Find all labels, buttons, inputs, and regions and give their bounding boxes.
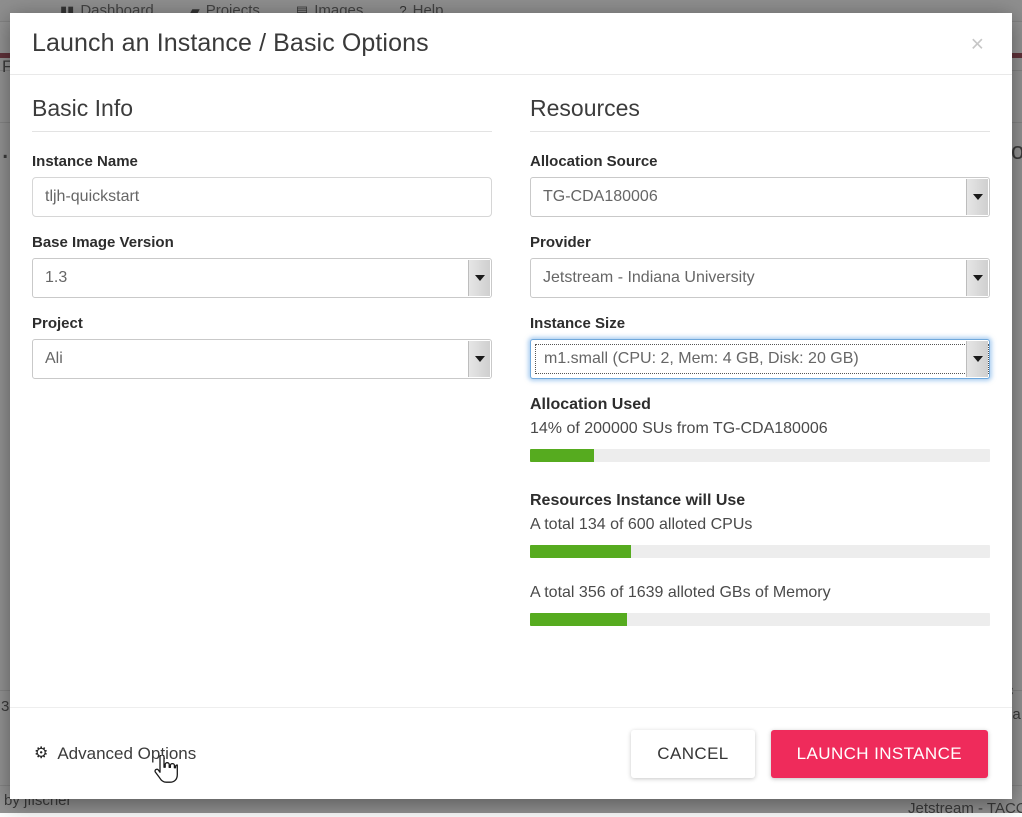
project-select-box[interactable]: Ali	[32, 339, 492, 379]
instance-size-select[interactable]: m1.small (CPU: 2, Mem: 4 GB, Disk: 20 GB…	[530, 339, 990, 379]
instance-size-value: m1.small (CPU: 2, Mem: 4 GB, Disk: 20 GB…	[535, 344, 989, 374]
provider-value: Jetstream - Indiana University	[531, 269, 989, 287]
allocation-used-progress-track	[530, 449, 990, 462]
chevron-down-icon[interactable]	[966, 341, 988, 377]
memory-progress-track	[530, 613, 990, 626]
modal-footer: ⚙ Advanced Options CANCEL LAUNCH INSTANC…	[10, 707, 1012, 799]
section-title-resources: Resources	[530, 95, 990, 132]
cancel-button[interactable]: CANCEL	[631, 730, 754, 778]
page-title: Launch an Instance / Basic Options	[32, 29, 429, 58]
instance-name-input[interactable]	[32, 177, 492, 217]
cpu-progress-track	[530, 545, 990, 558]
allocation-source-select[interactable]: TG-CDA180006	[530, 177, 990, 217]
label-instance-name: Instance Name	[32, 153, 492, 170]
allocation-used-progress-fill	[530, 449, 594, 462]
modal-header: Launch an Instance / Basic Options ×	[10, 13, 1012, 75]
provider-select-box[interactable]: Jetstream - Indiana University	[530, 258, 990, 298]
field-instance-name: Instance Name	[32, 153, 492, 217]
project-select[interactable]: Ali	[32, 339, 492, 379]
instance-size-select-box[interactable]: m1.small (CPU: 2, Mem: 4 GB, Disk: 20 GB…	[530, 339, 990, 379]
base-image-version-value: 1.3	[33, 269, 491, 287]
label-provider: Provider	[530, 234, 990, 251]
field-project: Project Ali	[32, 315, 492, 379]
close-icon[interactable]: ×	[965, 30, 990, 57]
label-project: Project	[32, 315, 492, 332]
field-allocation-source: Allocation Source TG-CDA180006	[530, 153, 990, 217]
memory-usage-text: A total 356 of 1639 alloted GBs of Memor…	[530, 584, 990, 602]
chevron-down-icon[interactable]	[966, 260, 988, 296]
allocation-used-text: 14% of 200000 SUs from TG-CDA180006	[530, 420, 990, 438]
base-image-version-select-box[interactable]: 1.3	[32, 258, 492, 298]
field-instance-size: Instance Size m1.small (CPU: 2, Mem: 4 G…	[530, 315, 990, 379]
launch-instance-button[interactable]: LAUNCH INSTANCE	[771, 730, 988, 778]
field-base-image-version: Base Image Version 1.3	[32, 234, 492, 298]
advanced-options-label: Advanced Options	[57, 744, 196, 764]
label-instance-size: Instance Size	[530, 315, 990, 332]
chevron-down-icon[interactable]	[468, 341, 490, 377]
label-allocation-source: Allocation Source	[530, 153, 990, 170]
cpu-progress-fill	[530, 545, 631, 558]
field-provider: Provider Jetstream - Indiana University	[530, 234, 990, 298]
footer-buttons: CANCEL LAUNCH INSTANCE	[631, 730, 988, 778]
chevron-down-icon[interactable]	[966, 179, 988, 215]
allocation-used-heading: Allocation Used	[530, 396, 990, 414]
label-base-image-version: Base Image Version	[32, 234, 492, 251]
project-value: Ali	[33, 350, 491, 368]
modal-body: Basic Info Instance Name Base Image Vers…	[10, 75, 1012, 707]
provider-select[interactable]: Jetstream - Indiana University	[530, 258, 990, 298]
allocation-source-value: TG-CDA180006	[531, 188, 989, 206]
allocation-used-block: Allocation Used 14% of 200000 SUs from T…	[530, 396, 990, 462]
memory-progress-fill	[530, 613, 627, 626]
allocation-source-select-box[interactable]: TG-CDA180006	[530, 177, 990, 217]
launch-instance-modal: Launch an Instance / Basic Options × Bas…	[10, 13, 1012, 799]
resources-column: Resources Allocation Source TG-CDA180006…	[530, 95, 990, 707]
section-title-basic-info: Basic Info	[32, 95, 492, 132]
chevron-down-icon[interactable]	[468, 260, 490, 296]
basic-info-column: Basic Info Instance Name Base Image Vers…	[32, 95, 492, 707]
advanced-options-link[interactable]: ⚙ Advanced Options	[34, 744, 196, 764]
instance-will-use-block: Resources Instance will Use A total 134 …	[530, 492, 990, 626]
instance-will-use-heading: Resources Instance will Use	[530, 492, 990, 510]
cpu-usage-text: A total 134 of 600 alloted CPUs	[530, 516, 990, 534]
gear-icon: ⚙	[34, 746, 48, 762]
base-image-version-select[interactable]: 1.3	[32, 258, 492, 298]
